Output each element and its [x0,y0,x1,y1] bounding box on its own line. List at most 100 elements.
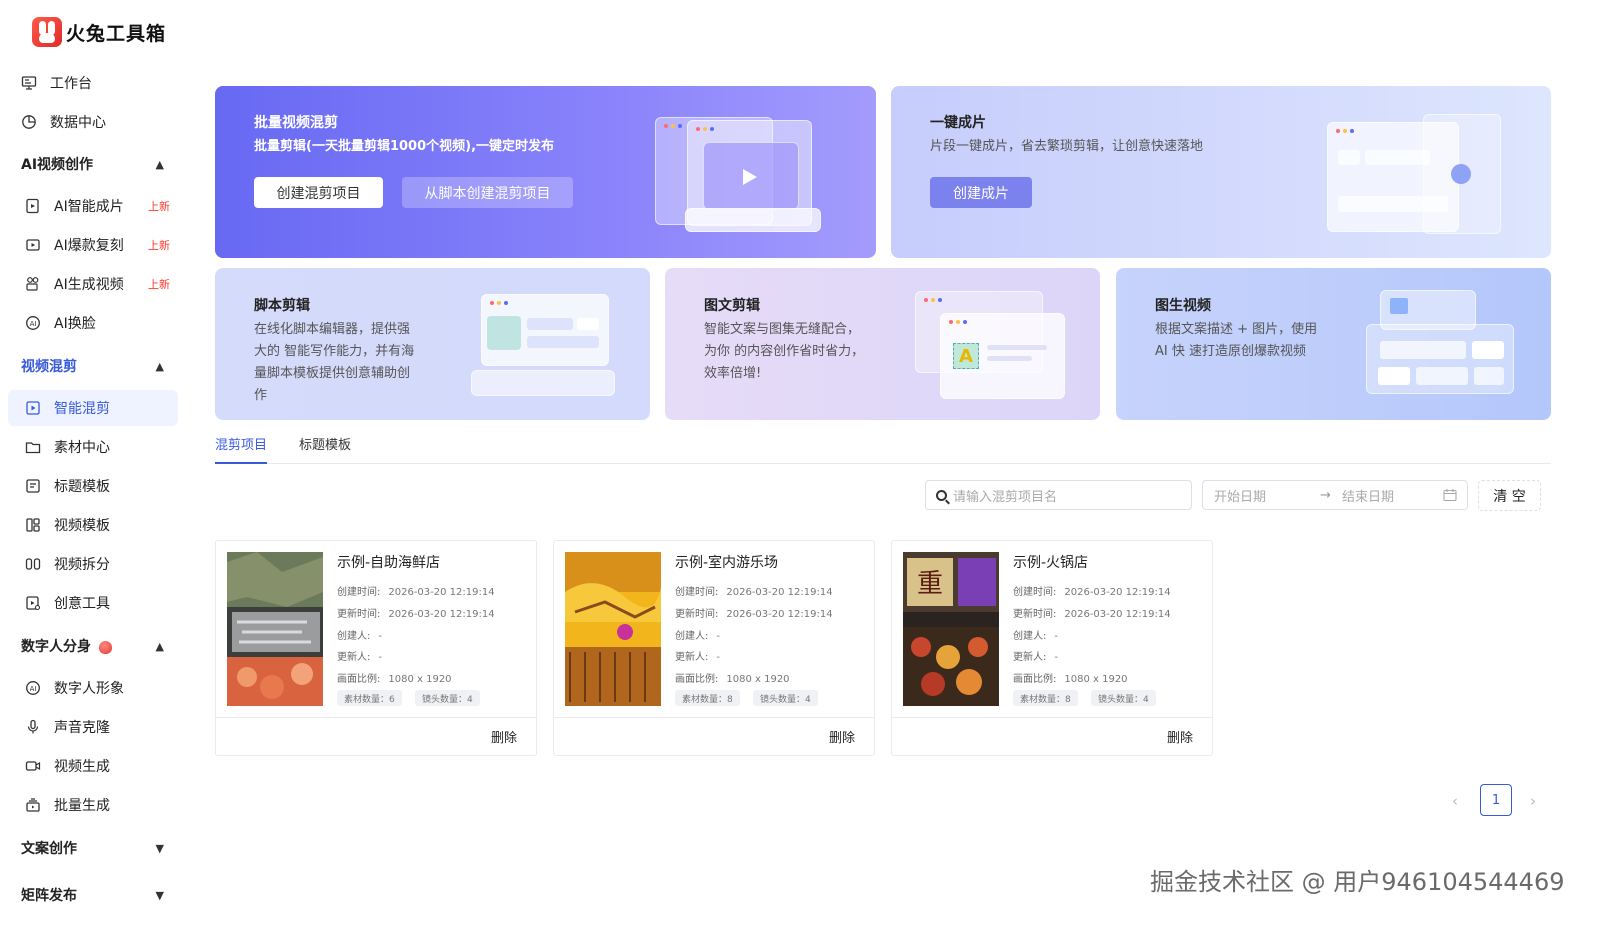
project-card-footer: 删除 [892,717,1212,755]
project-card[interactable]: 示例-室内游乐场 创建时间: 2026-03-20 12:19:14 更新时间: 2… [553,540,875,756]
sidebar-item-label: AI智能成片 [54,199,124,215]
feature-card-image-to-video[interactable]: 图生视频 根据文案描述 + 图片，使用 AI 快 速打造原创爆款视频 [1116,268,1551,420]
sidebar-item-ai-generate-video[interactable]: AI生成视频 上新 [8,266,178,302]
batch-stack-icon [24,796,42,814]
creator: 创建人: - [675,627,720,642]
created-time: 创建时间: 2026-03-20 12:19:14 [337,583,495,598]
pagination-prev-button[interactable]: ‹ [1452,792,1458,810]
text-a-icon: A [953,343,979,369]
feature-title: 一键成片 [930,115,986,131]
sidebar-item-voice-clone[interactable]: 声音克隆 [8,709,178,745]
calendar-icon [1443,488,1457,506]
sidebar-item-ai-smart-film[interactable]: AI智能成片 上新 [8,188,178,224]
ai-face-icon: AI [24,314,42,332]
delete-button[interactable]: 删除 [829,727,855,746]
group-label: 文案创作 [21,841,77,857]
one-click-illustration [1325,114,1505,239]
search-input[interactable]: 请输入混剪项目名 [925,480,1192,510]
image-text-illustration: A [915,288,1075,403]
project-card-footer: 删除 [216,717,536,755]
aspect-ratio: 画面比例: 1080 x 1920 [1013,670,1128,685]
feature-card-script-edit[interactable]: 脚本剪辑 在线化脚本编辑器，提供强 大的 智能写作能力，并有海 量脚本模板提供创… [215,268,650,420]
create-mix-project-button[interactable]: 创建混剪项目 [254,177,383,208]
sidebar-item-smart-mix[interactable]: 智能混剪 [8,390,178,426]
active-tab-indicator [215,462,267,464]
folder-icon [24,438,42,456]
pie-chart-icon [20,113,38,131]
search-placeholder: 请输入混剪项目名 [953,489,1058,505]
project-card[interactable]: 重 示例-火锅店 创建时间: 2026-03-20 12:19:14 更新时间: 2… [891,540,1213,756]
sidebar-item-video-generate[interactable]: 视频生成 [8,748,178,784]
sidebar-item-label: AI换脸 [54,316,96,332]
sidebar-item-ai-face-swap[interactable]: AI AI换脸 [8,305,178,341]
sidebar-item-label: AI生成视频 [54,277,124,293]
sidebar-item-label: AI爆款复刻 [54,238,124,254]
meta-label: 更新人: [675,652,709,663]
feature-card-image-text-edit[interactable]: 图文剪辑 智能文案与图集无缝配合， 为你 的内容创作省时省力， 效率倍增! A [665,268,1100,420]
updated-time: 更新时间: 2026-03-20 12:19:14 [1013,605,1171,620]
aspect-ratio: 画面比例: 1080 x 1920 [337,670,452,685]
text-box-icon [24,477,42,495]
new-badge: 上新 [148,239,170,252]
microphone-icon [24,718,42,736]
creative-tool-icon [24,594,42,612]
sidebar-item-video-template[interactable]: 视频模板 [8,507,178,543]
updater: 更新人: - [675,648,720,663]
updated-time: 更新时间: 2026-03-20 12:19:14 [675,605,833,620]
chevron-up-icon: ▲ [155,359,164,373]
create-from-script-button[interactable]: 从脚本创建混剪项目 [402,177,573,208]
clear-button[interactable]: 清 空 [1478,480,1541,511]
desc-line: 效率倍增! [704,366,762,381]
project-card[interactable]: 示例-自助海鲜店 创建时间: 2026-03-20 12:19:14 更新时间: 2… [215,540,537,756]
sidebar-item-batch-generate[interactable]: 批量生成 [8,787,178,823]
sidebar-item-ai-replicate[interactable]: AI爆款复刻 上新 [8,227,178,263]
new-badge: 上新 [148,278,170,291]
project-name: 示例-火锅店 [1013,555,1089,571]
group-label-text: 数字人分身 [21,639,91,655]
sidebar-group-video-mix[interactable]: 视频混剪 ▲ [8,348,178,384]
project-card-footer: 删除 [554,717,874,755]
sidebar: 工作台 数据中心 AI视频创作 ▲ AI智能成片 上新 AI爆款复刻 上新 AI… [0,64,192,943]
sidebar-item-digital-avatar[interactable]: AI 数字人形象 [8,670,178,706]
date-range-picker[interactable]: 开始日期 → 结束日期 [1202,480,1468,510]
sidebar-item-label: 工作台 [50,76,92,92]
sidebar-item-material-center[interactable]: 素材中心 [8,429,178,465]
project-tabs: 混剪项目 标题模板 [215,430,1551,464]
sidebar-group-copywriting[interactable]: 文案创作 ▼ [8,830,178,866]
sidebar-item-label: 视频模板 [54,518,110,534]
chevron-up-icon: ▲ [155,639,164,653]
creator: 创建人: - [1013,627,1058,642]
delete-button[interactable]: 删除 [1167,727,1193,746]
sidebar-group-ai-video[interactable]: AI视频创作 ▲ [8,146,178,182]
sidebar-group-digital-human[interactable]: 数字人分身 ▲ [8,628,178,664]
meta-value: - [716,631,720,642]
sidebar-item-creative-tools[interactable]: 创意工具 [8,585,178,621]
feature-desc: 批量剪辑(一天批量剪辑1000个视频),一键定时发布 [254,139,555,154]
desc-line: 大的 智能写作能力，并有海 [254,344,415,359]
meta-value: - [378,652,382,663]
pagination-page-1[interactable]: 1 [1480,784,1512,816]
end-date-field[interactable]: 结束日期 [1342,486,1394,505]
feature-title: 脚本剪辑 [254,298,310,314]
svg-text:AI: AI [30,685,37,693]
feature-desc: 在线化脚本编辑器，提供强 大的 智能写作能力，并有海 量脚本模板提供创意辅助创 … [254,319,414,407]
sidebar-item-data-center[interactable]: 数据中心 [8,104,178,140]
desc-line: 在线化脚本编辑器，提供强 [254,322,411,337]
sidebar-group-matrix-publish[interactable]: 矩阵发布 ▼ [8,877,178,913]
tab-mix-projects[interactable]: 混剪项目 [215,434,267,453]
feature-card-batch-mix[interactable]: 批量视频混剪 批量剪辑(一天批量剪辑1000个视频),一键定时发布 创建混剪项目… [215,86,876,258]
meta-value: 2026-03-20 12:19:14 [1064,609,1171,620]
video-thumb-icon [1390,298,1408,314]
sidebar-item-workbench[interactable]: 工作台 [8,65,178,101]
svg-text:AI: AI [30,320,37,328]
group-label: 视频混剪 [21,359,77,375]
sidebar-item-video-split[interactable]: 视频拆分 [8,546,178,582]
delete-button[interactable]: 删除 [491,727,517,746]
create-film-button[interactable]: 创建成片 [930,177,1032,208]
feature-card-one-click[interactable]: 一键成片 片段一键成片，省去繁琐剪辑，让创意快速落地 创建成片 [891,86,1551,258]
tab-title-templates[interactable]: 标题模板 [299,434,351,453]
pagination-next-button[interactable]: › [1530,792,1536,810]
crop-play-icon [24,399,42,417]
start-date-field[interactable]: 开始日期 [1214,486,1266,505]
sidebar-item-title-template[interactable]: 标题模板 [8,468,178,504]
